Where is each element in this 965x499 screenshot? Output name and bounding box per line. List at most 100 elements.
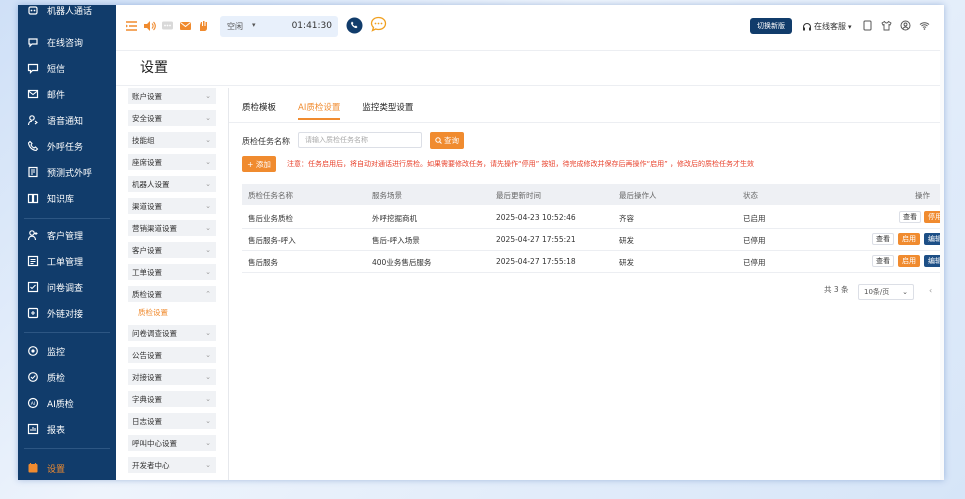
- nav-item-customer[interactable]: 客户管理: [18, 224, 116, 246]
- settings-item-survey[interactable]: 问卷调查设置 ⌄: [128, 325, 216, 341]
- settings-item-developer[interactable]: 开发者中心 ⌄: [128, 457, 216, 473]
- settings-item-label: 公告设置: [132, 350, 162, 360]
- status-timer: 01:41:30: [291, 21, 332, 31]
- task-name-input[interactable]: 请输入质检任务名称: [298, 132, 422, 148]
- nav-item-report[interactable]: 报表: [18, 418, 116, 440]
- settings-subitem-quality[interactable]: 质检设置: [128, 305, 216, 319]
- headset-icon: [803, 22, 811, 30]
- enable-button[interactable]: 启用: [898, 255, 920, 267]
- chevron-down-icon: ⌄: [205, 180, 211, 188]
- status-cell: 已停用: [743, 258, 766, 267]
- online-service-dropdown[interactable]: 在线客服 ▾: [802, 21, 852, 32]
- settings-item-robot[interactable]: 机器人设置 ⌄: [128, 176, 216, 192]
- switch-version-button[interactable]: 切换新版: [750, 18, 792, 34]
- agent-status-box[interactable]: 空闲 ▾ 01:41:30: [220, 16, 338, 37]
- scrollbar[interactable]: [940, 50, 944, 480]
- settings-item-security[interactable]: 安全设置 ⌄: [128, 110, 216, 126]
- settings-item-label: 工单设置: [132, 267, 162, 277]
- operator-cell: 研发: [619, 236, 634, 245]
- nav-label: 外链对接: [47, 309, 84, 320]
- enable-button[interactable]: 启用: [898, 233, 920, 245]
- email-icon[interactable]: [178, 19, 192, 33]
- view-button[interactable]: 查看: [872, 233, 894, 245]
- nav-item-outbound-task[interactable]: 外呼任务: [18, 135, 116, 157]
- settings-item-marketing-channel[interactable]: 营销渠道设置 ⌄: [128, 220, 216, 236]
- chevron-down-icon: ⌄: [205, 202, 211, 210]
- ticket-icon: [27, 255, 39, 267]
- settings-item-dictionary[interactable]: 字典设置 ⌄: [128, 391, 216, 407]
- tabs-divider: [229, 122, 944, 123]
- page-size-value: 10条/页: [864, 288, 890, 296]
- user-icon[interactable]: [900, 20, 911, 31]
- settings-item-label: 座席设置: [132, 157, 162, 167]
- tab-ai-quality-settings[interactable]: AI质检设置: [298, 101, 341, 120]
- quality-icon: [27, 371, 39, 383]
- menu-toggle-icon[interactable]: [124, 19, 138, 33]
- nav-item-robot-call[interactable]: 机器人通话: [18, 5, 116, 21]
- search-icon: [435, 137, 442, 144]
- nav-item-survey[interactable]: 问卷调查: [18, 276, 116, 298]
- nav-item-online-consult[interactable]: 在线咨询: [18, 31, 116, 53]
- view-button[interactable]: 查看: [899, 211, 921, 223]
- settings-item-log[interactable]: 日志设置 ⌄: [128, 413, 216, 429]
- speaker-icon[interactable]: [142, 19, 156, 33]
- nav-label: 客户管理: [47, 231, 84, 242]
- nav-label: 质检: [47, 373, 66, 384]
- predict-icon: [27, 166, 39, 178]
- view-button[interactable]: 查看: [872, 255, 894, 267]
- nav-item-ticket[interactable]: 工单管理: [18, 250, 116, 272]
- shirt-icon[interactable]: [881, 20, 892, 31]
- prev-page-icon[interactable]: ‹: [929, 286, 932, 295]
- nav-label: 短信: [47, 64, 66, 75]
- nav-item-ai-quality[interactable]: AI AI质检: [18, 392, 116, 414]
- chevron-down-icon: ⌄: [205, 351, 211, 359]
- nav-item-predictive-outbound[interactable]: 预测式外呼: [18, 161, 116, 183]
- settings-icon: [27, 462, 39, 474]
- nav-item-mail[interactable]: 邮件: [18, 83, 116, 105]
- column-header: 状态: [743, 191, 758, 200]
- settings-item-quality[interactable]: 质检设置 ⌃: [128, 286, 216, 302]
- nav-item-sms[interactable]: 短信: [18, 57, 116, 79]
- header-divider: [116, 85, 944, 86]
- document-icon[interactable]: [862, 20, 873, 31]
- page-size-select[interactable]: 10条/页 ⌄: [858, 284, 914, 300]
- settings-subitem-label: 质检设置: [138, 307, 168, 317]
- nav-item-voice-notify[interactable]: 语音通知: [18, 109, 116, 131]
- settings-item-account[interactable]: 账户设置 ⌄: [128, 88, 216, 104]
- hand-icon[interactable]: [196, 19, 210, 33]
- search-button[interactable]: 查询: [430, 132, 464, 149]
- nav-item-monitor[interactable]: 监控: [18, 340, 116, 362]
- message-icon[interactable]: [160, 19, 174, 33]
- settings-item-announcement[interactable]: 公告设置 ⌄: [128, 347, 216, 363]
- settings-item-label: 开发者中心: [132, 460, 170, 470]
- chat-bubble-icon[interactable]: [370, 16, 387, 33]
- add-button[interactable]: + 添加: [242, 156, 276, 172]
- link-icon: [27, 307, 39, 319]
- settings-item-label: 机器人设置: [132, 179, 170, 189]
- nav-item-quality[interactable]: 质检: [18, 366, 116, 388]
- nav-item-knowledge-base[interactable]: 知识库: [18, 187, 116, 209]
- time-cell: 2025-04-27 17:55:21: [496, 235, 576, 244]
- table-row: 售后服务 400业务售后服务 2025-04-27 17:55:18 研发 已停…: [242, 250, 944, 273]
- column-header: 质检任务名称: [248, 191, 293, 200]
- chevron-up-icon: ⌃: [205, 290, 211, 298]
- settings-item-ticket[interactable]: 工单设置 ⌄: [128, 264, 216, 280]
- settings-item-integration[interactable]: 对接设置 ⌄: [128, 369, 216, 385]
- tab-quality-template[interactable]: 质检模板: [242, 101, 276, 117]
- settings-item-seat[interactable]: 座席设置 ⌄: [128, 154, 216, 170]
- scene-cell: 售后-呼入场景: [372, 236, 420, 245]
- column-header: 操作: [915, 191, 930, 200]
- pager-total: 共 3 条: [824, 285, 849, 294]
- nav-label: 工单管理: [47, 257, 84, 268]
- tab-monitor-type-settings[interactable]: 监控类型设置: [362, 101, 413, 117]
- chevron-down-icon: ⌄: [205, 92, 211, 100]
- settings-item-channel[interactable]: 渠道设置 ⌄: [128, 198, 216, 214]
- nav-item-external-link[interactable]: 外链对接: [18, 302, 116, 324]
- settings-item-label: 营销渠道设置: [132, 223, 177, 233]
- call-phone-icon[interactable]: [346, 17, 363, 34]
- settings-item-call-center[interactable]: 呼叫中心设置 ⌄: [128, 435, 216, 451]
- settings-item-customer[interactable]: 客户设置 ⌄: [128, 242, 216, 258]
- nav-item-settings[interactable]: 设置: [18, 457, 116, 479]
- nav-label: 报表: [47, 425, 66, 436]
- settings-item-skill-group[interactable]: 技能组 ⌄: [128, 132, 216, 148]
